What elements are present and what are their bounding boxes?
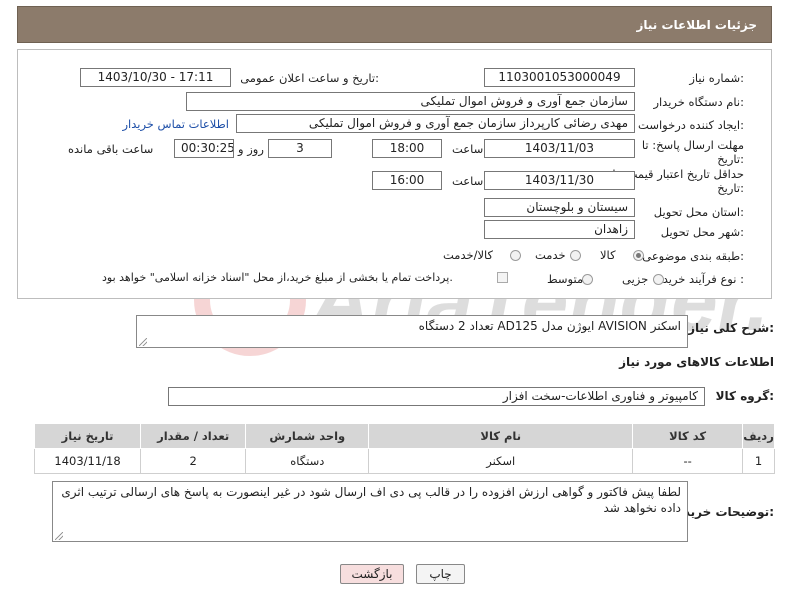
need-number-label: شماره نیاز: xyxy=(689,71,744,85)
cell-need-date: 1403/11/18 xyxy=(33,448,142,474)
days-label: روز و xyxy=(238,142,264,156)
deadline-time-field[interactable]: 18:00 xyxy=(372,139,442,158)
treasury-payment-note: پرداخت تمام یا بخشی از مبلغ خرید،از محل … xyxy=(102,271,453,284)
col-header-item-name: نام کالا xyxy=(368,423,634,449)
category-radio-goods[interactable] xyxy=(633,250,644,261)
goods-table: ردیف کد کالا نام کالا واحد شمارش تعداد /… xyxy=(33,423,775,474)
category-option-goods: کالا xyxy=(600,248,616,262)
buyer-notes-text: لطفا پیش فاکتور و گواهی ارزش افزوده را د… xyxy=(61,485,681,515)
col-header-quantity: تعداد / مقدار xyxy=(140,423,247,449)
process-option-minor: جزیی xyxy=(622,272,649,286)
back-button[interactable]: بازگشت xyxy=(340,564,404,584)
deadline-label: مهلت ارسال پاسخ: تا xyxy=(641,138,744,152)
deadline-date-field[interactable]: 1403/11/03 xyxy=(484,139,635,158)
requester-field[interactable]: مهدی رضائی کارپرداز سازمان جمع آوری و فر… xyxy=(236,114,635,133)
days-remaining-field[interactable]: 3 xyxy=(268,139,332,158)
time-remaining-field[interactable]: 00:30:25 xyxy=(174,139,234,158)
treasury-payment-checkbox[interactable] xyxy=(497,272,508,283)
category-option-goods-service: کالا/خدمت xyxy=(443,248,494,262)
page-title: جزئیات اطلاعات نیاز xyxy=(636,18,757,32)
cell-quantity: 2 xyxy=(140,448,247,474)
goods-group-field[interactable]: کامپیوتر و فناوری اطلاعات-سخت افزار xyxy=(168,387,705,406)
buyer-notes-textarea[interactable]: لطفا پیش فاکتور و گواهی ارزش افزوده را د… xyxy=(52,481,688,542)
cell-unit: دستگاه xyxy=(245,448,370,474)
contact-buyer-link[interactable]: اطلاعات تماس خریدار xyxy=(122,117,229,131)
category-radio-goods-service[interactable] xyxy=(510,250,521,261)
description-label: شرح کلی نیاز: xyxy=(688,321,774,335)
col-header-item-code: کد کالا xyxy=(632,423,744,449)
remaining-label: ساعت باقی مانده xyxy=(68,142,154,156)
deadline-time-label: ساعت xyxy=(452,142,484,156)
province-field[interactable]: سیستان و بلوچستان xyxy=(484,198,635,217)
process-radio-minor[interactable] xyxy=(653,274,664,285)
goods-info-title: اطلاعات کالاهای مورد نیاز xyxy=(619,355,774,369)
table-row: 1 -- اسکنر دستگاه 2 1403/11/18 xyxy=(33,448,775,474)
resize-handle-icon[interactable] xyxy=(139,338,147,346)
description-text: اسکنر AVISION ایوژن مدل AD125 تعداد 2 دس… xyxy=(418,319,681,333)
col-header-need-date: تاریخ نیاز xyxy=(33,423,142,449)
province-label: استان محل تحویل: xyxy=(653,205,744,219)
process-radio-medium[interactable] xyxy=(582,274,593,285)
process-option-medium: متوسط xyxy=(547,272,584,286)
requester-label: ایجاد کننده درخواست: xyxy=(638,118,744,132)
city-label: شهر محل تحویل: xyxy=(660,225,744,239)
description-textarea[interactable]: اسکنر AVISION ایوژن مدل AD125 تعداد 2 دس… xyxy=(136,315,688,348)
buyer-org-field[interactable]: سازمان جمع آوری و فروش اموال تملیکی xyxy=(186,92,635,111)
col-header-unit: واحد شمارش xyxy=(245,423,370,449)
col-header-row-number: ردیف xyxy=(742,423,775,449)
category-option-service: خدمت xyxy=(535,248,566,262)
buyer-org-label: نام دستگاه خریدار: xyxy=(653,95,744,109)
cell-item-code: -- xyxy=(632,448,744,474)
cell-item-name: اسکنر xyxy=(368,448,634,474)
goods-group-label: گروه کالا: xyxy=(715,389,774,403)
process-type-label: نوع فرآیند خرید : xyxy=(662,272,744,286)
need-number-field[interactable]: 1103001053000049 xyxy=(484,68,635,87)
announce-datetime-field[interactable]: 1403/10/30 - 17:11 xyxy=(80,68,231,87)
deadline-label-date: تاریخ: xyxy=(717,152,744,166)
category-label: طبقه بندی موضوعی: xyxy=(642,249,744,263)
price-validity-date-field[interactable]: 1403/11/30 xyxy=(484,171,635,190)
announce-label: تاریخ و ساعت اعلان عمومی: xyxy=(240,71,379,85)
category-radio-service[interactable] xyxy=(570,250,581,261)
cell-row-number: 1 xyxy=(742,448,775,474)
header-bar: جزئیات اطلاعات نیاز xyxy=(17,6,772,43)
resize-handle-icon[interactable] xyxy=(55,532,63,540)
goods-table-header-row: ردیف کد کالا نام کالا واحد شمارش تعداد /… xyxy=(33,423,775,449)
price-validity-time-label: ساعت xyxy=(452,174,484,188)
price-validity-time-field[interactable]: 16:00 xyxy=(372,171,442,190)
city-field[interactable]: زاهدان xyxy=(484,220,635,239)
price-validity-label-date: تاریخ: xyxy=(717,181,744,195)
print-button[interactable]: چاپ xyxy=(416,564,465,584)
